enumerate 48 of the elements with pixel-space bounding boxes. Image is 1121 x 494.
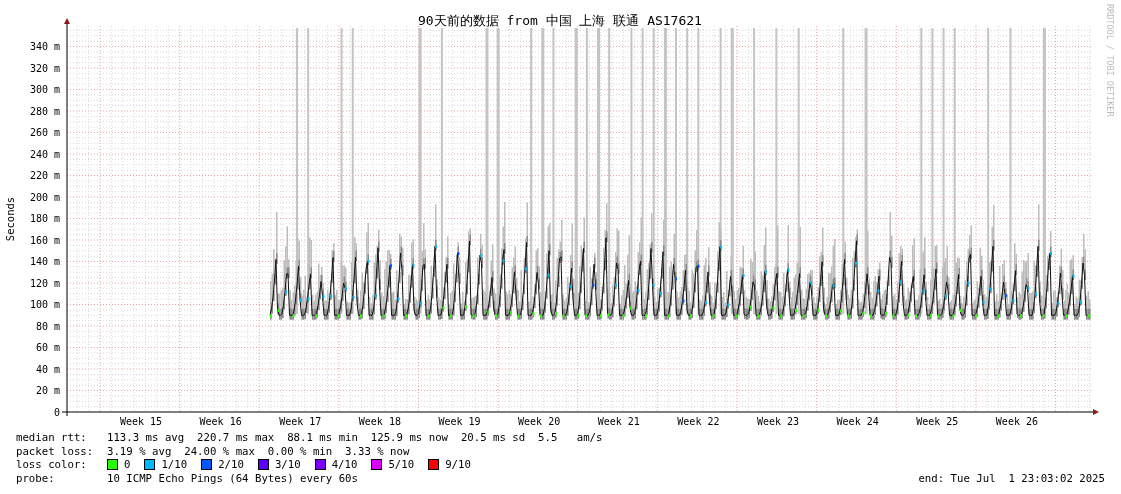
x-tick-label: Week 19 <box>438 416 481 427</box>
packet-loss-text: 3.19 % avg 24.00 % max 0.00 % min 3.33 % now <box>107 444 410 458</box>
x-tick-label: Week 16 <box>199 416 242 427</box>
x-tick-label: Week 18 <box>358 416 401 427</box>
y-tick-label: 160 m <box>29 234 60 246</box>
credit-text: RRDTOOL / TOBI OETIKER <box>1105 4 1115 117</box>
loss-color-label: 4/10 <box>331 458 358 472</box>
x-tick-label: Week 22 <box>677 416 720 427</box>
loss-color-label: 1/10 <box>161 458 188 472</box>
x-tick-label: Week 21 <box>597 416 640 427</box>
loss-color-label: 5/10 <box>388 458 415 472</box>
y-tick-label: 220 m <box>29 170 60 181</box>
y-tick-label: 140 m <box>29 256 60 267</box>
x-tick-label: Week 26 <box>995 416 1038 427</box>
y-tick-label: 260 m <box>29 127 60 138</box>
loss-color-label: 9/10 <box>445 458 471 472</box>
y-tick-label: 120 m <box>29 277 60 289</box>
y-tick-label: 180 m <box>29 213 60 224</box>
x-tick-label: Week 17 <box>279 416 322 427</box>
legend-label: probe: <box>16 471 56 485</box>
x-tick-label: Week 20 <box>518 416 561 427</box>
x-tick-label: Week 23 <box>756 416 800 427</box>
x-tick-label: Week 25 <box>916 416 959 427</box>
y-tick-label: 240 m <box>29 148 60 160</box>
y-tick-label: 40 m <box>35 363 60 375</box>
y-tick-label: 100 m <box>29 299 60 310</box>
legend-label: median rtt: <box>16 431 88 445</box>
graph-title: 90天前的数据 from 中国 上海 联通 AS17621 <box>418 13 702 28</box>
y-tick-label: 0 <box>53 406 60 418</box>
end-time-text: end: Tue Jul 1 23:03:02 2025 <box>918 471 1105 485</box>
y-tick-label: 340 m <box>29 41 60 52</box>
legend-label: loss color: <box>16 458 88 472</box>
y-axis-title: Seconds <box>4 196 16 242</box>
y-tick-label: 80 m <box>35 320 60 332</box>
legend-label: packet loss: <box>16 444 95 458</box>
x-tick-label: Week 24 <box>836 416 879 427</box>
loss-color-label: 0 <box>124 458 131 472</box>
y-tick-label: 320 m <box>29 62 60 74</box>
loss-color-label: 2/10 <box>218 458 244 472</box>
probe-text: 10 ICMP Echo Pings (64 Bytes) every 60s <box>107 471 358 485</box>
median-rtt-text: 113.3 ms avg 220.7 ms max 88.1 ms min 125.9 ms now 20.5 ms sd 5.5 am/s <box>107 431 603 445</box>
x-tick-label: Week 15 <box>119 416 163 427</box>
y-tick-label: 300 m <box>29 84 60 95</box>
y-tick-label: 60 m <box>35 342 60 353</box>
y-tick-label: 20 m <box>35 385 60 396</box>
loss-color-label: 3/10 <box>274 458 301 472</box>
y-tick-label: 200 m <box>29 191 60 203</box>
y-tick-label: 280 m <box>29 105 60 117</box>
